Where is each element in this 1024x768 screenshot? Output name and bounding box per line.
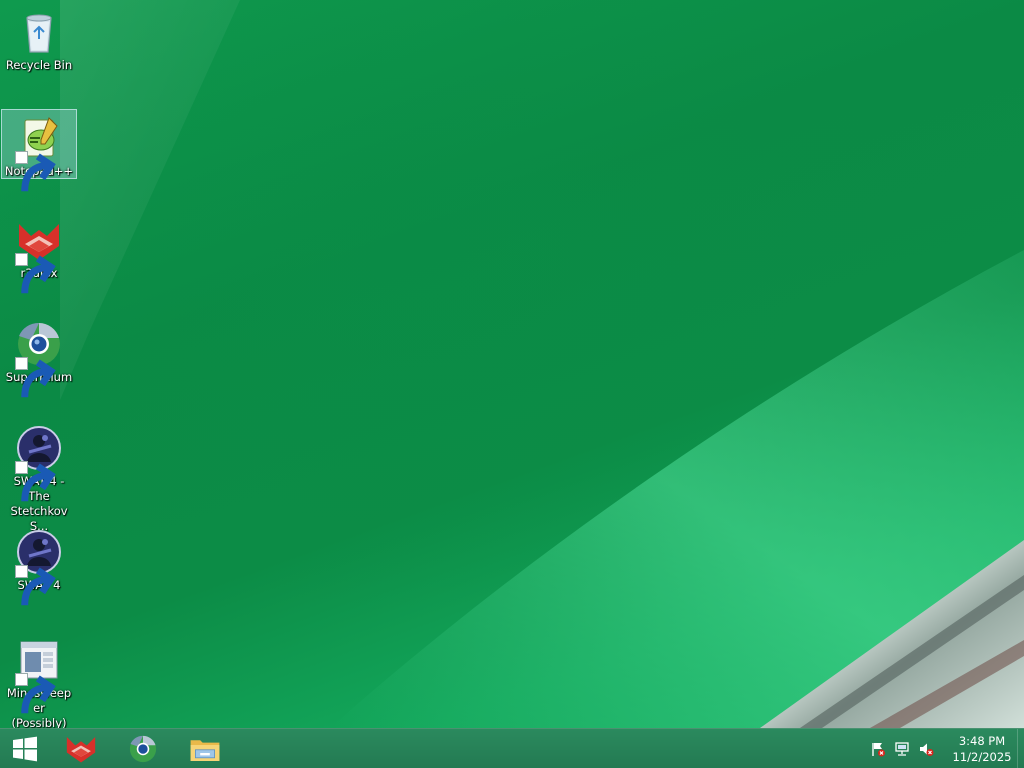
shortcut-arrow-icon [15, 357, 56, 398]
shortcut-arrow-icon [15, 565, 56, 606]
taskbar-pinned-supermium[interactable] [118, 729, 168, 768]
desktop-icon-area: Recycle Bin Notepad++ r3dfox Supermium S… [0, 0, 80, 728]
recycle-bin-icon [15, 8, 63, 56]
desktop-icon-swat4[interactable]: SWAT 4 [2, 524, 76, 606]
taskbar-pinned-r3dfox[interactable] [56, 729, 106, 768]
desktop-icon-r3dfox[interactable]: r3dfox [2, 212, 76, 294]
windows-logo-icon [11, 735, 39, 763]
wallpaper-sheen [60, 0, 1024, 728]
action-center-flag-icon[interactable] [867, 738, 889, 760]
clock-time: 3:48 PM [958, 733, 1006, 748]
desktop-wallpaper[interactable]: Recycle Bin Notepad++ r3dfox Supermium S… [0, 0, 1024, 728]
desktop-icon-label: Recycle Bin [5, 58, 73, 72]
network-icon[interactable] [891, 738, 913, 760]
shortcut-arrow-icon [15, 673, 56, 714]
notepad-plus-plus-icon [15, 114, 63, 192]
desktop-icon-supermium[interactable]: Supermium [2, 316, 76, 398]
desktop-icon-swat4-stetchkov[interactable]: SWAT 4 - The Stetchkov S... [2, 420, 76, 537]
start-button[interactable] [0, 729, 50, 768]
system-tray: 3:48 PM 11/2/2025 [866, 729, 1024, 768]
supermium-icon [15, 320, 63, 398]
shortcut-arrow-icon [15, 461, 56, 502]
clock-date: 11/2/2025 [952, 749, 1012, 764]
r3dfox-icon [64, 734, 98, 764]
desktop-icon-notepad-plus-plus[interactable]: Notepad++ [1, 109, 77, 192]
file-explorer-icon [189, 735, 221, 763]
swat4-icon [15, 528, 63, 606]
volume-muted-icon[interactable] [915, 738, 937, 760]
taskbar-pinned-file-explorer[interactable] [180, 729, 230, 768]
minesweeper-icon [15, 636, 63, 714]
taskbar-clock[interactable]: 3:48 PM 11/2/2025 [946, 733, 1018, 765]
desktop-icon-recycle-bin[interactable]: Recycle Bin [2, 4, 76, 76]
show-desktop-button[interactable] [1017, 729, 1024, 768]
shortcut-arrow-icon [15, 151, 56, 192]
taskbar: 3:48 PM 11/2/2025 [0, 728, 1024, 768]
swat4-icon [15, 424, 63, 502]
r3dfox-icon [15, 216, 63, 294]
supermium-icon [128, 734, 158, 764]
shortcut-arrow-icon [15, 253, 56, 294]
desktop-icon-minesweeper[interactable]: Minesweeper (Possibly) [2, 632, 76, 728]
